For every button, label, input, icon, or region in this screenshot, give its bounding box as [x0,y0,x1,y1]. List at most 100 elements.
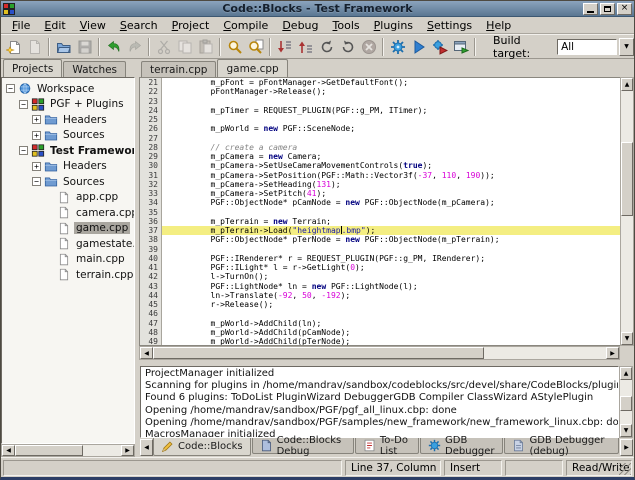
log-tabs-scroll-right-icon[interactable]: ▶ [620,439,633,456]
log-vertical-scrollbar[interactable]: ▲ ▼ [619,366,633,438]
tree-item-gamestate-cpp[interactable]: gamestate.cpp [2,236,134,252]
code-line-43[interactable]: 43 PGF::LightNode* ln = new PGF::LightNo… [140,282,620,291]
tree-item-test-framework[interactable]: −Test Framework [2,143,134,159]
tree-item-main-cpp[interactable]: main.cpp [2,252,134,268]
code-line-44[interactable]: 44 ln->Translate(-92, 50, -192); [140,291,620,300]
new-file-button[interactable] [3,36,24,57]
menu-project[interactable]: Project [165,18,217,33]
menu-file[interactable]: File [5,18,37,33]
code-line-33[interactable]: 33 m_pCamera->SetPitch(41); [140,189,620,198]
scroll-left-icon[interactable]: ◀ [140,347,153,359]
scrollbar-thumb[interactable] [620,396,632,411]
tab-watches[interactable]: Watches [63,61,126,77]
log-tab-gdb-debugger-debug[interactable]: GDB Debugger (debug) [504,438,619,454]
collapse-icon[interactable]: − [19,146,28,155]
editor-vertical-scrollbar[interactable]: ▲ ▼ [620,77,634,346]
code-line-28[interactable]: 28 // create a camera [140,143,620,152]
code-line-36[interactable]: 36 m_pTerrain = new Terrain; [140,217,620,226]
code-line-32[interactable]: 32 m_pCamera->SetHeading(131); [140,180,620,189]
code-line-46[interactable]: 46 [140,309,620,318]
menu-compile[interactable]: Compile [216,18,275,33]
menu-debug[interactable]: Debug [275,18,325,33]
menu-search[interactable]: Search [113,18,165,33]
scroll-up-icon[interactable]: ▲ [620,367,632,380]
code-line-41[interactable]: 41 PGF::ILight* l = r->GetLight(0); [140,263,620,272]
expand-icon[interactable]: + [32,115,41,124]
log-tab-gdb-debugger[interactable]: GDB Debugger [420,438,503,454]
tab-game-cpp[interactable]: game.cpp [217,59,287,77]
code-line-22[interactable]: 22 pFontManager->Release(); [140,87,620,96]
log-tab-to-do-list[interactable]: To-Do List [355,438,419,454]
tree-item-sources[interactable]: −Sources [2,174,134,190]
menu-tools[interactable]: Tools [326,18,367,33]
tab-projects[interactable]: Projects [3,59,62,77]
build-target-dropdown-button[interactable]: ▼ [619,38,634,56]
tree-item-workspace[interactable]: −Workspace [2,81,134,97]
close-button[interactable]: × [617,3,632,15]
build-target-select[interactable]: All [557,39,617,55]
resize-grip-icon[interactable] [619,463,631,475]
scroll-up-icon[interactable]: ▲ [621,78,633,91]
expand-icon[interactable]: + [32,162,41,171]
editor-horizontal-scrollbar[interactable]: ◀ ▶ [139,346,620,360]
code-line-42[interactable]: 42 l->TurnOn(); [140,272,620,281]
menu-view[interactable]: View [73,18,113,33]
scroll-down-icon[interactable]: ▼ [620,424,632,437]
scroll-right-icon[interactable]: ▶ [606,347,619,359]
log-tabs-scroll-left-icon[interactable]: ◀ [140,439,153,456]
code-line-39[interactable]: 39 [140,245,620,254]
tree-item-headers[interactable]: +Headers [2,159,134,175]
tree-item-app-cpp[interactable]: app.cpp [2,190,134,206]
titlebar[interactable]: Code::Blocks - Test Framework × [1,1,634,17]
code-line-38[interactable]: 38 PGF::ObjectNode* pTerNode = new PGF::… [140,235,620,244]
code-editor[interactable]: 21 m_pFont = pFontManager->GetDefaultFon… [139,77,620,346]
menu-help[interactable]: Help [479,18,518,33]
scrollbar-thumb[interactable] [153,347,484,359]
code-line-27[interactable]: 27 [140,134,620,143]
code-line-49[interactable]: 49 m_pWorld->AddChild(pTerNode); [140,337,620,346]
code-line-48[interactable]: 48 m_pWorld->AddChild(pCamNode); [140,328,620,337]
find-in-files-button[interactable] [245,36,266,57]
code-line-37[interactable]: 37 m_pTerrain->Load("heightmap.bmp"); [140,226,620,235]
jump-back-button[interactable] [316,36,337,57]
collapse-icon[interactable]: − [6,84,15,93]
goto-next-button[interactable] [274,36,295,57]
code-line-23[interactable]: 23 [140,97,620,106]
code-line-34[interactable]: 34 PGF::ObjectNode* pCamNode = new PGF::… [140,198,620,207]
code-line-30[interactable]: 30 m_pCamera->SetUseCameraMovementContro… [140,161,620,170]
find-button[interactable] [224,36,245,57]
open-file-button[interactable] [53,36,74,57]
collapse-icon[interactable]: − [19,100,28,109]
collapse-icon[interactable]: − [32,177,41,186]
tree-item-game-cpp[interactable]: game.cpp [2,221,134,237]
goto-prev-button[interactable] [295,36,316,57]
menu-edit[interactable]: Edit [37,18,72,33]
tab-terrain-cpp[interactable]: terrain.cpp [141,61,216,77]
tree-item-pgf-plugins[interactable]: −PGF + Plugins [2,97,134,113]
run-button[interactable] [408,36,429,57]
code-line-26[interactable]: 26 m_pWorld = new PGF::SceneNode; [140,124,620,133]
code-line-40[interactable]: 40 PGF::IRenderer* r = REQUEST_PLUGIN(PG… [140,254,620,263]
scroll-down-icon[interactable]: ▼ [621,332,633,345]
code-line-24[interactable]: 24 m_pTimer = REQUEST_PLUGIN(PGF::g_PM, … [140,106,620,115]
code-line-25[interactable]: 25 [140,115,620,124]
tree-item-camera-cpp[interactable]: camera.cpp [2,205,134,221]
log-tab-code-blocks[interactable]: Code::Blocks [153,438,251,456]
tree-item-headers[interactable]: +Headers [2,112,134,128]
menu-settings[interactable]: Settings [420,18,479,33]
log-tab-code-blocks-debug[interactable]: Code::Blocks Debug [252,438,354,454]
code-line-45[interactable]: 45 r->Release(); [140,300,620,309]
code-line-35[interactable]: 35 [140,208,620,217]
build-and-run-button[interactable] [429,36,450,57]
tree-item-sources[interactable]: +Sources [2,128,134,144]
scrollbar-thumb[interactable] [621,142,633,217]
tree-item-terrain-cpp[interactable]: terrain.cpp [2,267,134,283]
code-line-29[interactable]: 29 m_pCamera = new Camera; [140,152,620,161]
build-button[interactable] [387,36,408,57]
tree-horizontal-scrollbar[interactable]: ◀ ▶ [1,444,135,457]
rebuild-button[interactable] [450,36,471,57]
undo-button[interactable] [103,36,124,57]
scrollbar-thumb[interactable] [15,445,83,456]
code-line-31[interactable]: 31 m_pCamera->SetPosition(PGF::Math::Vec… [140,171,620,180]
scroll-left-icon[interactable]: ◀ [2,445,15,456]
